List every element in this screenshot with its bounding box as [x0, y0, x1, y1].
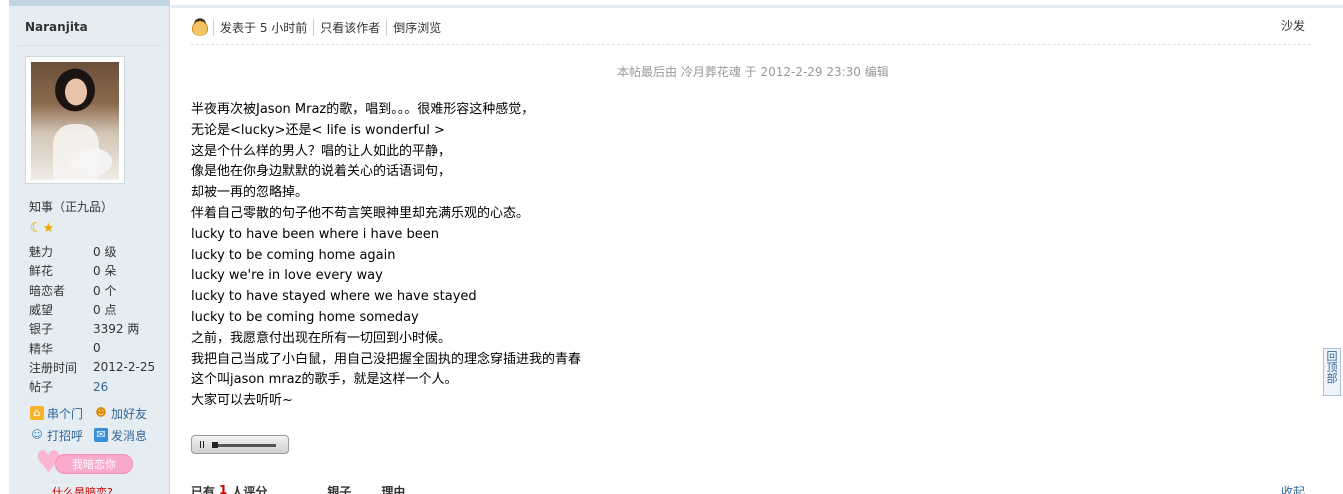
greet-icon: ☺ [31, 428, 43, 441]
content-line: 这是个什么样的男人？唱的让人如此的平静， [191, 143, 452, 159]
author-name[interactable]: Naranjita [25, 20, 88, 34]
stat-label: 暗恋者 [29, 283, 66, 298]
rating-col-reason: 理由 [381, 485, 406, 494]
stat-row: 暗恋者 0 个 [29, 281, 155, 300]
stat-row: 精华 0 [29, 338, 155, 357]
stat-value: 0 个 [93, 283, 117, 298]
stat-row: 鲜花 0 朵 [29, 261, 155, 280]
stat-label: 魅力 [29, 245, 54, 260]
progress-thumb[interactable] [212, 442, 218, 448]
collapse-link[interactable]: 收起 [1281, 483, 1305, 494]
rank-icons: ☾★ [30, 220, 54, 236]
stat-label: 精华 [29, 341, 54, 356]
add-friend-icon: ☻ [95, 406, 107, 419]
envelope-icon: ✉ [94, 428, 108, 442]
content-line: 无论是<lucky>还是< life is wonderful > [191, 122, 445, 138]
stat-label: 鲜花 [29, 264, 54, 279]
pause-icon[interactable] [200, 441, 204, 448]
visit-link[interactable]: ⌂ 串个门 [30, 405, 94, 422]
message-label: 发消息 [111, 428, 148, 443]
divider [17, 45, 162, 46]
greet-link[interactable]: ☺ 打招呼 [30, 427, 94, 444]
rating-suffix: 人评分 [231, 485, 268, 494]
star-icon: ★ [42, 221, 55, 236]
rating-count: 1 [219, 483, 228, 494]
author-actions: ⌂ 串个门 ☻ 加好友 ☺ 打招呼 ✉ 发消息 [30, 402, 170, 446]
stat-label: 银子 [29, 322, 54, 337]
stat-value: 2012-2-25 [93, 360, 156, 375]
stat-row: 注册时间 2012-2-25 [29, 358, 155, 377]
post-count-link[interactable]: 26 [93, 380, 108, 394]
content-line: 像是他在你身边默默的说着关心的话语词句， [191, 164, 452, 180]
floor-label[interactable]: 沙发 [1281, 17, 1305, 34]
rating-summary: 已有 1 人评分 银子 理由 [191, 483, 405, 494]
stat-value: 0 [93, 341, 101, 356]
message-link[interactable]: ✉ 发消息 [94, 427, 158, 444]
content-line: lucky we're in love every way [191, 268, 383, 284]
only-author-link[interactable]: 只看该作者 [313, 18, 386, 36]
content-line: lucky to have stayed where we have staye… [191, 289, 477, 305]
crush-button[interactable]: ♥ 我暗恋你 [35, 448, 133, 478]
sidebar-topline [9, 0, 170, 6]
greet-label: 打招呼 [47, 428, 84, 443]
stat-label: 注册时间 [29, 360, 78, 375]
post-main: 发表于 5 小时前 只看该作者 倒序浏览 沙发 本帖最后由 冷月葬花魂 于 20… [171, 0, 1343, 494]
post-content: 半夜再次被Jason Mraz的歌，唱到。。。很难形容这种感觉， 无论是<luc… [191, 100, 581, 412]
author-stats: 魅力 0 级 鲜花 0 朵 暗恋者 0 个 威望 0 点 银子 3392 两 精… [29, 242, 155, 396]
content-line: lucky to be coming home someday [191, 309, 419, 325]
stat-row: 银子 3392 两 [29, 319, 155, 338]
crush-help-link[interactable]: 什么是暗恋? [52, 484, 113, 494]
music-player[interactable] [191, 435, 289, 454]
stat-label: 帖子 [29, 380, 54, 395]
action-row: ☺ 打招呼 ✉ 发消息 [30, 424, 170, 446]
stat-value: 3392 两 [93, 322, 140, 337]
content-line: 却被一再的忽略掉。 [191, 185, 309, 201]
post-header: 发表于 5 小时前 只看该作者 倒序浏览 [191, 18, 447, 36]
content-line: 伴着自己零散的句子他不苟言笑眼神里却充满乐观的心态。 [191, 205, 530, 221]
author-rank: 知事（正九品） [29, 200, 114, 214]
stat-label: 威望 [29, 303, 54, 318]
content-line: 半夜再次被Jason Mraz的歌，唱到。。。很难形容这种感觉， [191, 102, 535, 117]
stat-row: 威望 0 点 [29, 300, 155, 319]
edit-note: 本帖最后由 冷月葬花魂 于 2012-2-29 23:30 编辑 [617, 65, 889, 79]
author-sidebar: Naranjita 知事（正九品） ☾★ 魅力 0 级 鲜花 0 朵 暗恋者 0… [9, 0, 170, 494]
content-line: lucky to be coming home again [191, 247, 396, 263]
action-row: ⌂ 串个门 ☻ 加好友 [30, 402, 170, 424]
reverse-order-link[interactable]: 倒序浏览 [386, 18, 447, 36]
content-line: lucky to have been where i have been [191, 226, 440, 242]
back-to-top-button[interactable]: 回顶部 [1323, 348, 1341, 396]
moon-icon: ☾ [30, 220, 43, 236]
rating-prefix: 已有 [191, 485, 216, 494]
add-friend-link[interactable]: ☻ 加好友 [94, 405, 158, 422]
post-time: 发表于 5 小时前 [213, 18, 313, 36]
stat-row: 魅力 0 级 [29, 242, 155, 261]
crush-button-label: 我暗恋你 [55, 454, 133, 474]
avatar-frame[interactable] [25, 56, 125, 184]
avatar[interactable] [31, 62, 119, 180]
stat-value: 0 朵 [93, 264, 117, 279]
content-line: 这个叫jason mraz的歌手，就是这样一个人。 [191, 372, 458, 388]
content-line: 之前，我愿意付出现在所有一切回到小时候。 [191, 330, 452, 346]
stat-row: 帖子 26 [29, 377, 155, 396]
add-friend-label: 加好友 [111, 406, 148, 421]
content-line: 大家可以去听听~ [191, 393, 293, 409]
online-status-icon [191, 18, 209, 36]
home-icon: ⌂ [30, 406, 44, 420]
progress-track[interactable] [212, 444, 276, 447]
stat-value: 0 级 [93, 245, 117, 260]
visit-label: 串个门 [47, 406, 84, 421]
stat-value: 0 点 [93, 303, 117, 318]
post-topline [171, 5, 1343, 8]
divider [191, 44, 1311, 45]
content-line: 我把自己当成了小白鼠，用自己没把握全固执的理念穿插进我的青春 [191, 351, 582, 367]
rating-col-silver: 银子 [327, 485, 352, 494]
